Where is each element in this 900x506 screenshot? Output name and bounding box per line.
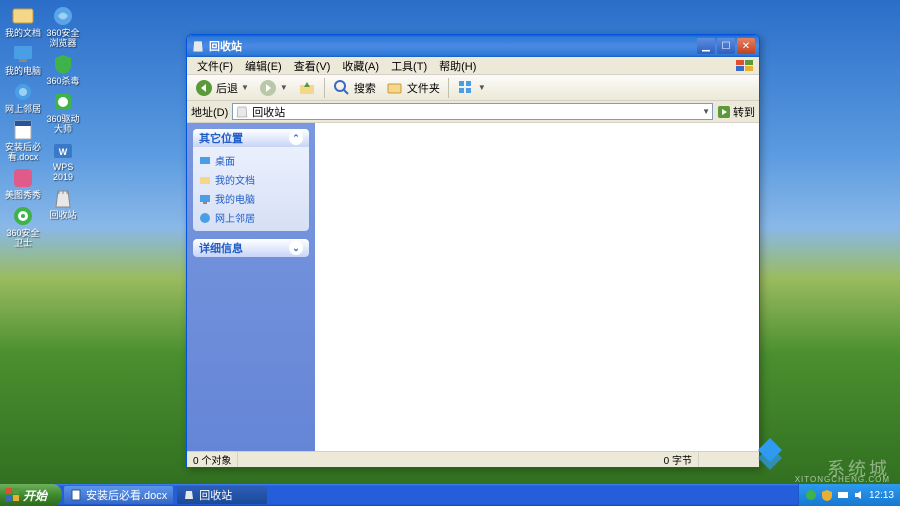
sidebar-link-documents[interactable]: 我的文档	[199, 170, 303, 189]
go-arrow-icon	[717, 105, 731, 119]
folder-up-icon	[298, 79, 316, 97]
desktop-icon[interactable]: 美图秀秀	[4, 166, 42, 200]
menu-edit[interactable]: 编辑(E)	[239, 57, 288, 75]
other-places-panel: 其它位置 ⌃ 桌面 我的文档 我的电脑 网上邻居	[193, 129, 309, 231]
tray-icon	[837, 489, 849, 501]
back-arrow-icon	[195, 79, 213, 97]
sidebar: 其它位置 ⌃ 桌面 我的文档 我的电脑 网上邻居 详细信息 ⌄	[187, 123, 315, 451]
go-button[interactable]: 转到	[717, 104, 755, 120]
status-size: 0 字节	[658, 452, 699, 467]
explorer-window: 回收站 ▁ ☐ ✕ 文件(F) 编辑(E) 查看(V) 收藏(A) 工具(T) …	[186, 34, 760, 468]
panel-header[interactable]: 其它位置 ⌃	[193, 129, 309, 147]
clock: 12:13	[869, 490, 894, 501]
start-button[interactable]: 开始	[0, 484, 62, 506]
windows-logo-icon	[6, 488, 20, 502]
separator	[324, 78, 325, 98]
expand-icon: ⌄	[289, 241, 303, 255]
desktop-icons-col1: 我的文档 我的电脑 网上邻居 安装后必看.docx 美图秀秀 360安全卫士	[4, 4, 42, 252]
sidebar-link-network[interactable]: 网上邻居	[199, 208, 303, 227]
document-icon	[70, 489, 82, 501]
views-button[interactable]: ▼	[453, 77, 490, 99]
menu-view[interactable]: 查看(V)	[288, 57, 337, 75]
watermark-icon	[750, 434, 790, 474]
desktop-icon[interactable]: 网上邻居	[4, 80, 42, 114]
content-area[interactable]	[315, 123, 759, 451]
taskbar-item[interactable]: 安装后必看.docx	[64, 486, 173, 504]
titlebar[interactable]: 回收站 ▁ ☐ ✕	[187, 35, 759, 57]
svg-text:W: W	[59, 147, 68, 157]
tray-icon	[821, 489, 833, 501]
recycle-bin-icon	[235, 105, 249, 119]
window-body: 其它位置 ⌃ 桌面 我的文档 我的电脑 网上邻居 详细信息 ⌄	[187, 123, 759, 451]
menu-favorites[interactable]: 收藏(A)	[336, 57, 385, 75]
address-input[interactable]: 回收站 ▼	[232, 103, 713, 120]
tray-icon	[805, 489, 817, 501]
address-value: 回收站	[252, 104, 285, 120]
recycle-bin-icon	[183, 489, 195, 501]
dropdown-icon: ▼	[478, 83, 486, 92]
menu-help[interactable]: 帮助(H)	[433, 57, 482, 75]
views-icon	[457, 79, 475, 97]
collapse-icon: ⌃	[289, 131, 303, 145]
folder-icon	[199, 174, 211, 186]
addressbar: 地址(D) 回收站 ▼ 转到	[187, 101, 759, 123]
forward-arrow-icon	[259, 79, 277, 97]
desktop-icon[interactable]: 回收站	[44, 186, 82, 220]
search-button[interactable]: 搜索	[329, 77, 380, 99]
address-label: 地址(D)	[191, 104, 228, 120]
up-button[interactable]	[294, 77, 320, 99]
recycle-bin-icon	[191, 39, 205, 53]
system-tray[interactable]: 12:13	[798, 484, 900, 506]
taskbar-item[interactable]: 回收站	[177, 486, 267, 504]
desktop-icon[interactable]: 360安全浏览器	[44, 4, 82, 48]
close-button[interactable]: ✕	[737, 38, 755, 54]
sidebar-link-desktop[interactable]: 桌面	[199, 151, 303, 170]
panel-header[interactable]: 详细信息 ⌄	[193, 239, 309, 257]
watermark-url: XITONGCHENG.COM	[795, 475, 890, 484]
network-icon	[199, 212, 211, 224]
status-object-count: 0 个对象	[187, 452, 238, 467]
menu-tools[interactable]: 工具(T)	[385, 57, 433, 75]
search-icon	[333, 79, 351, 97]
window-title: 回收站	[209, 38, 695, 54]
taskbar: 开始 安装后必看.docx 回收站 12:13	[0, 484, 900, 506]
maximize-button[interactable]: ☐	[717, 38, 735, 54]
folders-button[interactable]: 文件夹	[382, 77, 444, 99]
desktop-icon	[199, 155, 211, 167]
desktop-icon[interactable]: 我的文档	[4, 4, 42, 38]
dropdown-icon[interactable]: ▼	[702, 107, 710, 116]
statusbar: 0 个对象 0 字节	[187, 451, 759, 467]
desktop-icon[interactable]: 360杀毒	[44, 52, 82, 86]
separator	[448, 78, 449, 98]
desktop-icon[interactable]: 360安全卫士	[4, 204, 42, 248]
desktop-icon[interactable]: WWPS 2019	[44, 138, 82, 182]
sidebar-link-computer[interactable]: 我的电脑	[199, 189, 303, 208]
menubar: 文件(F) 编辑(E) 查看(V) 收藏(A) 工具(T) 帮助(H)	[187, 57, 759, 75]
menu-file[interactable]: 文件(F)	[191, 57, 239, 75]
desktop-icon[interactable]: 安装后必看.docx	[4, 118, 42, 162]
windows-flag-icon	[735, 59, 755, 73]
minimize-button[interactable]: ▁	[697, 38, 715, 54]
back-button[interactable]: 后退 ▼	[191, 77, 253, 99]
dropdown-icon: ▼	[241, 83, 249, 92]
forward-button[interactable]: ▼	[255, 77, 292, 99]
desktop-icon[interactable]: 我的电脑	[4, 42, 42, 76]
dropdown-icon: ▼	[280, 83, 288, 92]
volume-icon	[853, 489, 865, 501]
details-panel: 详细信息 ⌄	[193, 239, 309, 257]
desktop-icons-col2: 360安全浏览器 360杀毒 360驱动大师 WWPS 2019 回收站	[44, 4, 82, 224]
computer-icon	[199, 193, 211, 205]
folders-icon	[386, 79, 404, 97]
desktop-icon[interactable]: 360驱动大师	[44, 90, 82, 134]
toolbar: 后退 ▼ ▼ 搜索 文件夹 ▼	[187, 75, 759, 101]
